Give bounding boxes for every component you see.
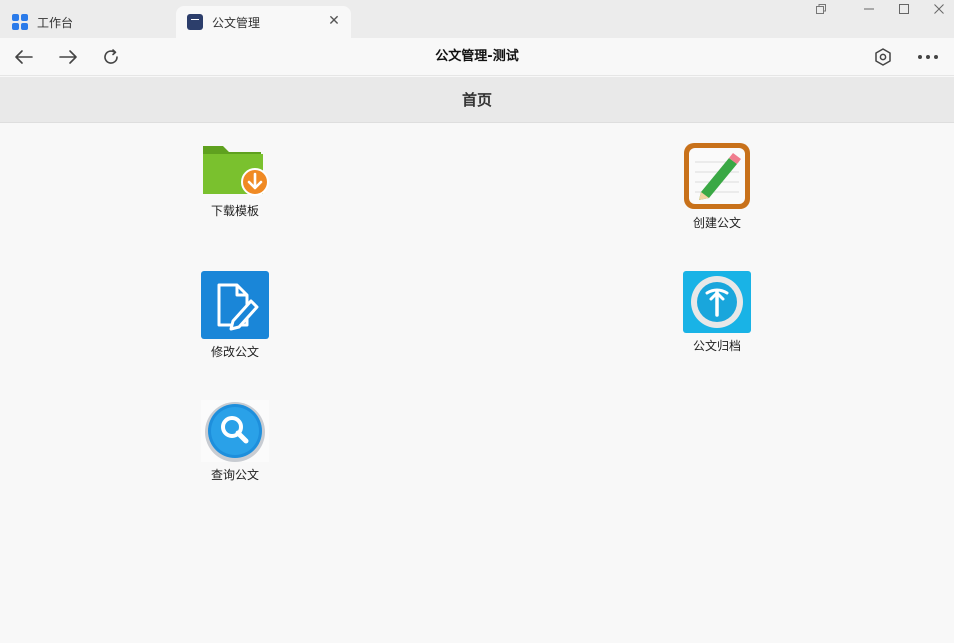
archive-upload-icon — [683, 271, 751, 339]
app-label: 修改公文 — [210, 345, 259, 359]
tab-label: 公文管理 — [212, 15, 261, 30]
grid-icon — [12, 14, 28, 30]
forward-arrow-icon[interactable] — [55, 44, 81, 70]
app-archive-document[interactable]: 公文归档 — [667, 271, 767, 354]
document-app-icon — [187, 14, 203, 30]
restore-pages-icon[interactable] — [806, 0, 836, 18]
page-header: 首页 — [0, 77, 954, 123]
toolbar: 公文管理-测试 — [0, 38, 954, 76]
app-create-document[interactable]: 创建公文 — [667, 142, 767, 231]
minimize-icon[interactable] — [854, 0, 884, 18]
refresh-icon[interactable] — [98, 44, 124, 70]
app-label: 公文归档 — [692, 339, 741, 353]
app-search-document[interactable]: 查询公文 — [185, 400, 285, 483]
tab-label: 工作台 — [37, 15, 74, 30]
more-icon[interactable] — [915, 44, 941, 70]
folder-download-icon — [201, 142, 269, 210]
settings-hex-icon[interactable] — [870, 44, 896, 70]
tab-bar: 工作台 公文管理 ✕ — [0, 0, 954, 38]
app-label: 查询公文 — [210, 468, 259, 482]
app-modify-document[interactable]: 修改公文 — [185, 271, 285, 360]
app-download-template[interactable]: 下载模板 — [185, 142, 285, 219]
close-icon[interactable] — [924, 0, 954, 18]
tab-document-management[interactable]: 公文管理 ✕ — [176, 6, 351, 38]
page-title: 公文管理-测试 — [435, 49, 519, 64]
tab-close-icon[interactable]: ✕ — [327, 14, 341, 28]
maximize-icon[interactable] — [889, 0, 919, 18]
app-label: 创建公文 — [692, 216, 741, 230]
back-arrow-icon[interactable] — [11, 44, 37, 70]
magnifier-icon — [201, 400, 269, 462]
pencil-notepad-icon — [683, 142, 751, 210]
tab-workbench[interactable]: 工作台 — [0, 6, 176, 38]
edit-document-icon — [201, 271, 269, 339]
